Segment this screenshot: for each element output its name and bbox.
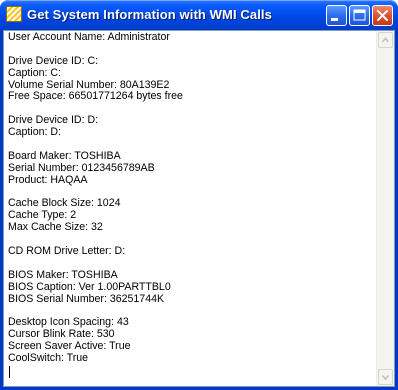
vertical-scrollbar[interactable] (376, 31, 394, 386)
output-text[interactable]: User Account Name: Administrator Drive De… (8, 32, 374, 384)
output-line: Caption: D: (8, 126, 61, 139)
output-line: Max Cache Size: 32 (8, 221, 103, 234)
scroll-up-arrow-icon (381, 37, 390, 43)
output-text-area[interactable]: User Account Name: Administrator Drive De… (3, 30, 395, 387)
minimize-icon (331, 18, 338, 21)
output-line: CD ROM Drive Letter: D: (8, 245, 126, 258)
text-caret (9, 366, 10, 378)
output-line: BIOS Serial Number: 36251744K (8, 292, 165, 305)
output-line: User Account Name: Administrator (8, 32, 170, 43)
output-line: Drive Device ID: D: (8, 114, 99, 127)
output-line: Free Space: 66501771264 bytes free (8, 90, 183, 103)
output-line: BIOS Caption: Ver 1.00PARTTBL0 (8, 280, 171, 293)
window-body: User Account Name: Administrator Drive De… (0, 30, 398, 390)
scroll-down-arrow-icon (381, 374, 390, 381)
maximize-icon (353, 9, 366, 21)
window-title: Get System Information with WMI Calls (27, 7, 272, 22)
app-window: Get System Information with WMI Calls Us… (0, 0, 398, 390)
close-button[interactable] (372, 5, 393, 26)
output-line: CoolSwitch: True (8, 352, 89, 365)
app-icon (6, 6, 22, 22)
title-bar[interactable]: Get System Information with WMI Calls (0, 0, 398, 30)
output-line: Drive Device ID: C: (8, 54, 99, 67)
scroll-down-button[interactable] (378, 369, 393, 385)
output-line: Caption: C: (8, 66, 61, 79)
output-line: BIOS Maker: TOSHIBA (8, 268, 118, 281)
output-line: Serial Number: 0123456789AB (8, 161, 155, 174)
close-icon (377, 10, 388, 21)
output-line: Board Maker: TOSHIBA (8, 149, 121, 162)
scroll-up-button[interactable] (378, 32, 393, 48)
output-line: Product: HAQAA (8, 173, 88, 186)
maximize-button[interactable] (349, 5, 370, 26)
minimize-button[interactable] (326, 5, 347, 26)
